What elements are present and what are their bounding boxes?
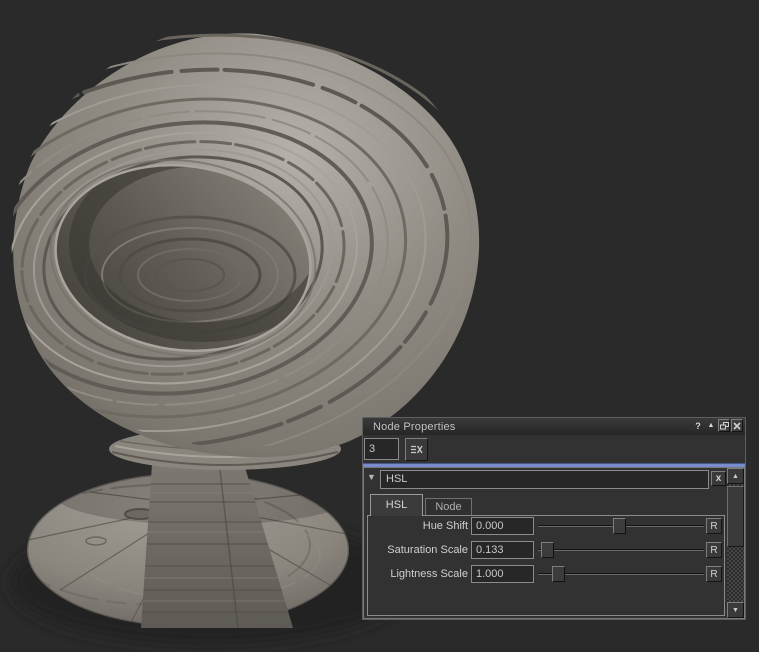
close-icon[interactable]: [731, 419, 743, 432]
panel-titlebar[interactable]: Node Properties ? ▲: [363, 418, 745, 435]
saturation-scale-reset-button[interactable]: R: [706, 542, 722, 558]
hsl-node-group: ▼ HSL x ▲ ▼ HSL Node Hue Shift 0.000: [363, 467, 745, 619]
lightness-scale-slider-handle[interactable]: [552, 566, 565, 582]
lightness-scale-reset-button[interactable]: R: [706, 566, 722, 582]
hue-shift-slider[interactable]: [538, 517, 704, 535]
lightness-scale-slider[interactable]: [538, 565, 704, 583]
titlebar-icons: ? ▲: [692, 419, 743, 432]
slider-groove: [538, 549, 704, 551]
tab-hsl[interactable]: HSL: [370, 494, 423, 516]
saturation-scale-label: Saturation Scale: [368, 541, 468, 559]
hue-shift-reset-button[interactable]: R: [706, 518, 722, 534]
restore-icon[interactable]: [718, 419, 730, 432]
application-window: Node Properties ? ▲ 3: [0, 0, 759, 652]
saturation-scale-row: Saturation Scale 0.133 R: [368, 541, 724, 559]
hue-shift-value[interactable]: 0.000: [471, 517, 534, 535]
remove-node-button[interactable]: x: [711, 471, 726, 486]
tab-node[interactable]: Node: [425, 498, 472, 516]
hue-shift-label: Hue Shift: [368, 517, 468, 535]
scrollbar-thumb[interactable]: [727, 486, 744, 547]
scroll-down-button[interactable]: ▼: [727, 602, 744, 618]
pin-icon[interactable]: ▲: [705, 419, 717, 432]
node-properties-panel: Node Properties ? ▲ 3: [362, 417, 746, 620]
tab-content: Hue Shift 0.000 R Saturation Scale 0.133: [367, 515, 725, 616]
hue-shift-slider-handle[interactable]: [613, 518, 626, 534]
node-index-field[interactable]: 3: [364, 438, 399, 460]
saturation-scale-slider[interactable]: [538, 541, 704, 559]
collapse-triangle-icon[interactable]: ▼: [367, 472, 376, 482]
lightness-scale-value[interactable]: 1.000: [471, 565, 534, 583]
clear-node-button[interactable]: [405, 438, 428, 461]
panel-title: Node Properties: [363, 421, 456, 433]
node-name-field[interactable]: HSL: [380, 470, 709, 489]
saturation-scale-slider-handle[interactable]: [541, 542, 554, 558]
clear-node-icon: [411, 445, 423, 454]
hue-shift-row: Hue Shift 0.000 R: [368, 517, 724, 535]
scroll-up-button[interactable]: ▲: [727, 468, 744, 484]
lightness-scale-row: Lightness Scale 1.000 R: [368, 565, 724, 583]
scrollbar[interactable]: ▲ ▼: [727, 468, 744, 618]
lightness-scale-label: Lightness Scale: [368, 565, 468, 583]
help-icon[interactable]: ?: [692, 419, 704, 432]
saturation-scale-value[interactable]: 0.133: [471, 541, 534, 559]
